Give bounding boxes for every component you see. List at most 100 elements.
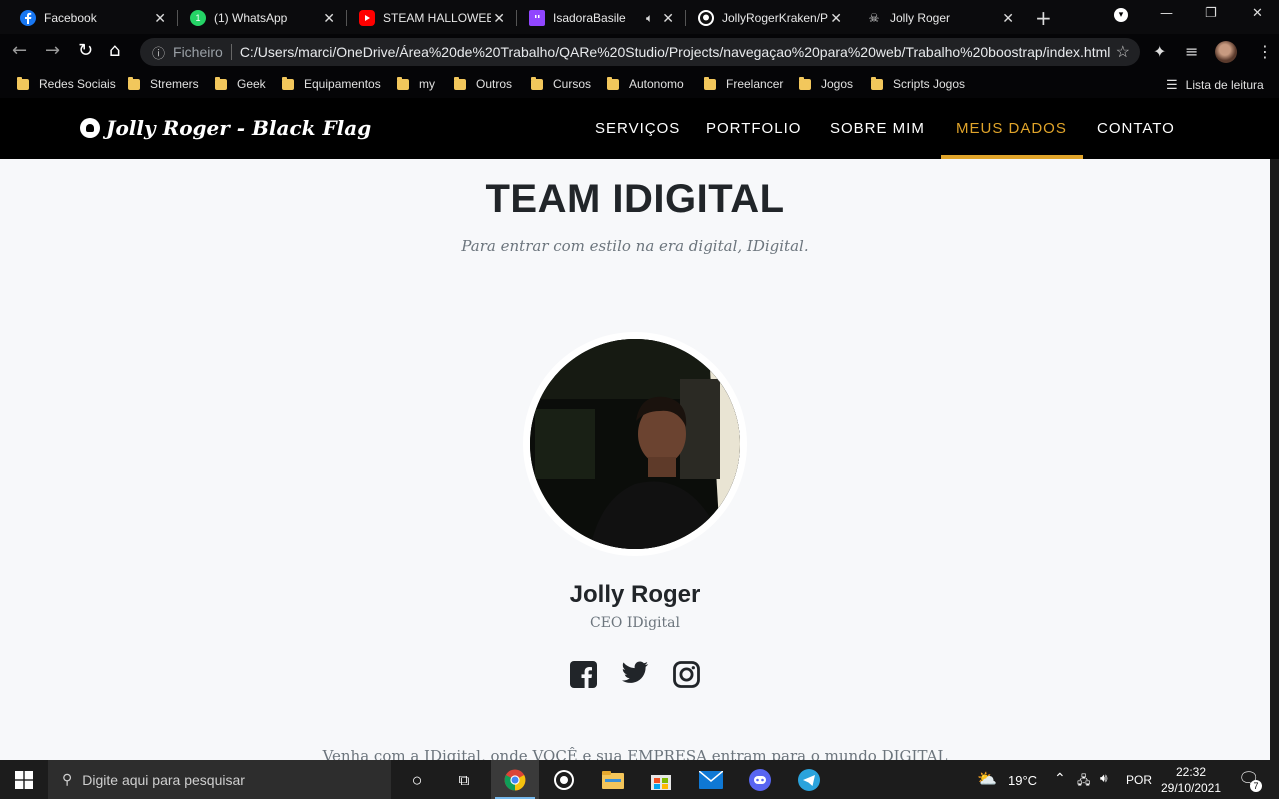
chrome-icon[interactable] <box>503 768 527 792</box>
bookmark-folder[interactable]: Freelancer <box>704 76 784 91</box>
nav-meus-dados[interactable]: MEUS DADOS <box>956 120 1067 137</box>
bookmark-folder[interactable]: Redes Sociais <box>17 76 116 91</box>
tab-search-icon[interactable]: ▾ <box>1114 8 1128 22</box>
reading-list-label: Lista de leitura <box>1185 78 1264 92</box>
close-tab-icon[interactable]: ✕ <box>323 10 335 27</box>
nav-sobre-mim[interactable]: SOBRE MIM <box>830 120 925 137</box>
close-tab-icon[interactable]: ✕ <box>1002 10 1014 27</box>
whatsapp-icon[interactable] <box>552 768 576 792</box>
bookmark-label: Equipamentos <box>304 77 381 91</box>
bookmark-label: Redes Sociais <box>39 77 116 91</box>
language-indicator[interactable]: POR <box>1126 773 1152 787</box>
page-scrollbar[interactable] <box>1270 159 1279 760</box>
weather-icon[interactable]: ⛅ <box>977 769 997 789</box>
bookmark-folder[interactable]: Equipamentos <box>282 76 381 91</box>
tab-title: STEAM HALLOWEEN <box>383 11 491 25</box>
audio-playing-icon[interactable]: 🔈︎ <box>646 11 653 26</box>
close-tab-icon[interactable]: ✕ <box>662 10 674 27</box>
nav-servicos[interactable]: SERVIÇOS <box>595 120 680 137</box>
tab-title: (1) WhatsApp <box>214 11 288 25</box>
mail-icon[interactable] <box>699 768 723 792</box>
store-icon[interactable] <box>649 768 673 792</box>
nav-portfolio[interactable]: PORTFOLIO <box>706 120 801 137</box>
tab-github[interactable]: JollyRogerKraken/P ✕ <box>678 4 854 32</box>
bookmark-folder[interactable]: Stremers <box>128 76 199 91</box>
browser-toolbar: ← → ↻ ⌂ ⓘ Ficheiro C:/Users/marci/OneDri… <box>0 34 1279 70</box>
weather-temp[interactable]: 19°C <box>1008 773 1037 788</box>
menu-icon[interactable]: ⋮ <box>1257 42 1273 61</box>
address-bar[interactable]: ⓘ Ficheiro C:/Users/marci/OneDrive/Área%… <box>140 38 1140 66</box>
restore-icon[interactable]: ❐ <box>1205 6 1217 21</box>
folder-icon <box>215 76 227 90</box>
rebel-icon <box>80 118 100 138</box>
network-icon[interactable]: 🖧︎ <box>1077 771 1090 792</box>
search-icon: ⚲ <box>62 771 73 787</box>
instagram-icon[interactable] <box>673 661 701 689</box>
folder-icon <box>17 76 29 90</box>
member-role: CEO IDigital <box>590 615 680 631</box>
bookmark-folder[interactable]: Autonomo <box>607 76 684 91</box>
tray-chevron-icon[interactable]: ⌃ <box>1054 770 1066 787</box>
new-tab-icon[interactable]: + <box>1035 6 1052 30</box>
folder-icon <box>704 76 716 90</box>
windows-start-icon[interactable] <box>15 771 33 789</box>
whatsapp-icon: 1 <box>190 10 206 26</box>
bookmark-folder[interactable]: Scripts Jogos <box>871 76 965 91</box>
back-icon[interactable]: ← <box>12 42 27 60</box>
minimize-icon[interactable]: — <box>1160 6 1173 21</box>
bookmark-folder[interactable]: Outros <box>454 76 512 91</box>
forward-icon[interactable]: → <box>45 42 60 60</box>
taskbar-search[interactable]: ⚲ Digite aqui para pesquisar <box>48 760 391 799</box>
bookmark-folder[interactable]: Geek <box>215 76 266 91</box>
nav-contato[interactable]: CONTATO <box>1097 120 1175 137</box>
search-placeholder: Digite aqui para pesquisar <box>82 771 245 788</box>
bookmark-star-icon[interactable]: ☆ <box>1116 42 1130 62</box>
windows-taskbar: ⚲ Digite aqui para pesquisar ○ ⧉ ⛅ 19°C … <box>0 760 1279 799</box>
url-text[interactable]: C:/Users/marci/OneDrive/Área%20de%20Trab… <box>240 44 1110 60</box>
volume-icon[interactable]: 🔊︎ <box>1100 771 1108 786</box>
youtube-icon <box>359 10 375 26</box>
profile-avatar[interactable] <box>1215 41 1237 63</box>
folder-icon <box>531 76 543 90</box>
reading-list-button[interactable]: ☰ Lista de leitura <box>1166 77 1264 93</box>
tab-twitch[interactable]: IsadoraBasile - 🔈︎ ✕ <box>509 4 686 32</box>
bookmarks-bar: Redes Sociais Stremers Geek Equipamentos… <box>0 70 1279 98</box>
close-tab-icon[interactable]: ✕ <box>830 10 842 27</box>
media-control-icon[interactable]: ≡ <box>1185 42 1198 61</box>
close-window-icon[interactable]: ✕ <box>1252 6 1263 21</box>
bookmark-label: Geek <box>237 77 266 91</box>
folder-icon <box>607 76 619 90</box>
bookmark-folder[interactable]: my <box>397 76 435 91</box>
tab-strip: Facebook ✕ 1 (1) WhatsApp ✕ STEAM HALLOW… <box>0 0 1279 34</box>
github-icon <box>698 10 714 26</box>
info-icon[interactable]: ⓘ <box>152 43 165 62</box>
facebook-icon[interactable] <box>570 661 598 689</box>
twitter-icon[interactable] <box>621 661 649 689</box>
brand-link[interactable]: Jolly Roger - Black Flag <box>80 116 371 140</box>
task-view-icon[interactable]: ⧉ <box>452 768 476 792</box>
tab-facebook[interactable]: Facebook ✕ <box>0 4 178 32</box>
omnibox-divider <box>230 44 232 60</box>
brand-text: Jolly Roger - Black Flag <box>106 116 372 140</box>
tab-jolly-roger[interactable]: ☠ Jolly Roger ✕ <box>846 4 1026 32</box>
bookmark-label: Freelancer <box>726 77 784 91</box>
bookmark-label: Autonomo <box>629 77 684 91</box>
bookmark-label: Cursos <box>553 77 592 91</box>
team-footer-text: Venha com a IDigital, onde VOCÊ e sua EM… <box>322 747 948 760</box>
close-tab-icon[interactable]: ✕ <box>154 10 166 27</box>
tab-whatsapp[interactable]: 1 (1) WhatsApp ✕ <box>170 4 347 32</box>
close-tab-icon[interactable]: ✕ <box>493 10 505 27</box>
cortana-icon[interactable]: ○ <box>405 768 429 792</box>
home-icon[interactable]: ⌂ <box>109 42 120 60</box>
member-name: Jolly Roger <box>569 581 701 608</box>
file-explorer-icon[interactable] <box>601 768 625 792</box>
extensions-icon[interactable]: ✦ <box>1153 42 1166 61</box>
reload-icon[interactable]: ↻ <box>78 42 93 60</box>
telegram-icon[interactable] <box>797 768 821 792</box>
folder-icon <box>397 76 409 90</box>
discord-icon[interactable] <box>748 768 772 792</box>
system-clock[interactable]: 22:32 29/10/2021 <box>1160 764 1222 796</box>
tab-youtube[interactable]: STEAM HALLOWEEN ✕ <box>339 4 517 32</box>
bookmark-folder[interactable]: Cursos <box>531 76 592 91</box>
bookmark-folder[interactable]: Jogos <box>799 76 853 91</box>
